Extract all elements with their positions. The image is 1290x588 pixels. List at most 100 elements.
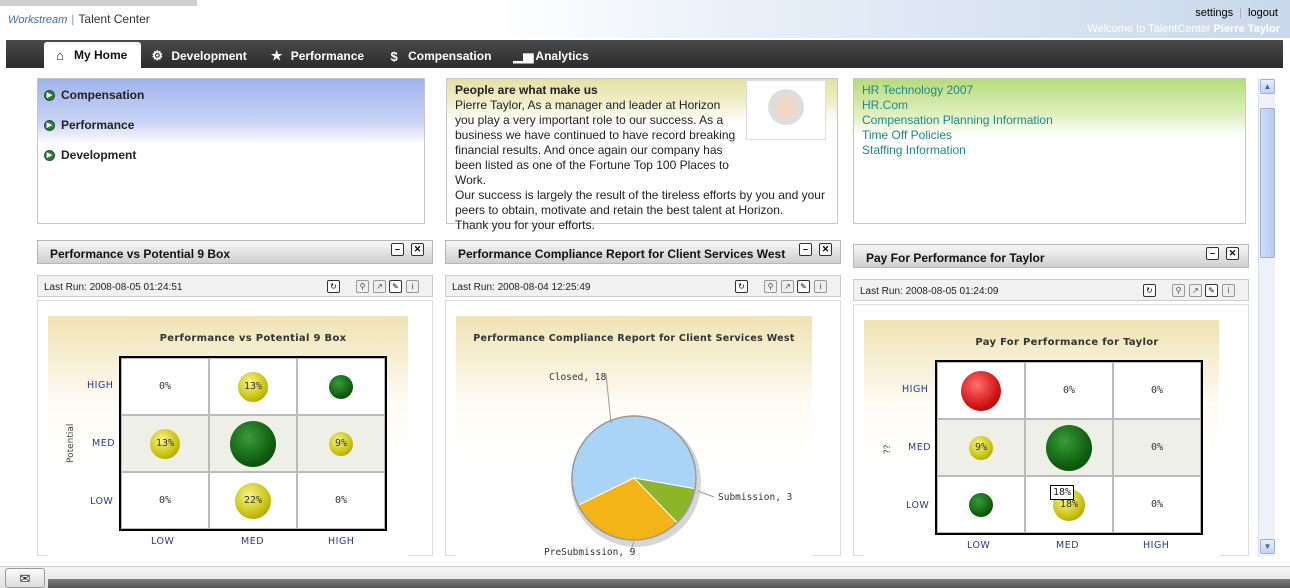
chart-pay-frame: Pay For Performance for Taylor ?? HIGH M… [853, 304, 1249, 557]
widget-header: Performance Compliance Report for Client… [445, 240, 841, 264]
arrow-circle-icon: ▶ [44, 89, 55, 101]
grid-cell[interactable]: 0% [1113, 362, 1201, 419]
grid-cell[interactable]: 9% [297, 415, 385, 472]
red-bubble[interactable] [961, 370, 1001, 411]
export-icon[interactable]: ↗ [1189, 284, 1202, 297]
scroll-up-button[interactable]: ▲ [1260, 79, 1275, 94]
grid-cell[interactable]: 0% [1113, 419, 1201, 476]
refresh-icon[interactable]: ↻ [735, 280, 748, 293]
hr-link-comp-planning[interactable]: Compensation Planning Information [862, 113, 1237, 128]
tab-compensation[interactable]: $ Compensation [378, 44, 505, 68]
info-icon[interactable]: i [814, 280, 827, 293]
settings-link[interactable]: settings [1195, 7, 1233, 19]
export-icon[interactable]: ↗ [373, 280, 386, 293]
scroll-down-button[interactable]: ▼ [1260, 539, 1275, 554]
widget-9box: Performance vs Potential 9 Box – ✕ [37, 240, 433, 264]
widget-compliance-toolbar: Last Run: 2008-08-04 12:25:49 ↻ ⚲ ↗ ✎ i [445, 275, 841, 297]
quick-link-performance[interactable]: ▶ Performance [44, 118, 424, 132]
logo-app-name: Talent Center [78, 12, 150, 26]
home-icon: ⌂ [56, 47, 64, 63]
grid-cell[interactable]: 0% [297, 472, 385, 529]
widget-header: Performance vs Potential 9 Box [37, 240, 433, 264]
link-separator: | [1239, 7, 1243, 19]
close-button[interactable]: ✕ [411, 243, 424, 256]
edit-icon[interactable]: ✎ [389, 280, 402, 293]
grid-cell[interactable] [297, 358, 385, 415]
logo-separator: | [71, 12, 75, 26]
yellow-bubble[interactable]: 13% [238, 371, 268, 402]
tab-analytics[interactable]: ▁▅ Analytics [505, 44, 602, 68]
tab-my-home[interactable]: ⌂ My Home [44, 42, 142, 68]
info-icon[interactable]: i [406, 280, 419, 293]
welcome-user: Pierre Taylor [1213, 23, 1280, 35]
quick-link-label: Performance [61, 118, 135, 132]
bar-chart-icon: ▁▅ [513, 48, 534, 63]
hr-link-time-off[interactable]: Time Off Policies [862, 128, 1237, 143]
tab-performance[interactable]: ★ Performance [261, 44, 378, 68]
hr-links-panel: HR Technology 2007 HR.Com Compensation P… [853, 78, 1246, 224]
yellow-bubble[interactable]: 22% [235, 482, 271, 519]
grid-cell[interactable]: 0% [1025, 362, 1113, 419]
grid-cell[interactable]: 9% [937, 419, 1025, 476]
grid-cell[interactable] [209, 415, 297, 472]
info-icon[interactable]: i [1222, 284, 1235, 297]
green-bubble[interactable] [969, 492, 993, 517]
minimize-button[interactable]: – [391, 243, 404, 256]
green-bubble[interactable] [230, 420, 276, 467]
logo-brand: Workstream [8, 14, 68, 26]
zoom-icon[interactable]: ⚲ [764, 280, 777, 293]
edit-icon[interactable]: ✎ [1205, 284, 1218, 297]
logout-link[interactable]: logout [1248, 7, 1278, 19]
grid-cell[interactable]: 0% [1113, 476, 1201, 533]
grid-cell[interactable]: 0% [121, 472, 209, 529]
hr-link-technology[interactable]: HR Technology 2007 [862, 83, 1237, 98]
zoom-icon[interactable]: ⚲ [1172, 284, 1185, 297]
grid-cell[interactable] [937, 476, 1025, 533]
yellow-bubble[interactable]: 9% [969, 435, 993, 460]
grid-cell[interactable]: 13% [121, 415, 209, 472]
quick-link-compensation[interactable]: ▶ Compensation [44, 88, 424, 102]
grid-cell[interactable] [1025, 419, 1113, 476]
close-button[interactable]: ✕ [1226, 247, 1239, 260]
close-button[interactable]: ✕ [819, 243, 832, 256]
refresh-icon[interactable]: ↻ [1143, 284, 1156, 297]
minimize-button[interactable]: – [1206, 247, 1219, 260]
export-icon[interactable]: ↗ [781, 280, 794, 293]
chart-title: Performance vs Potential 9 Box [159, 333, 347, 344]
edit-icon[interactable]: ✎ [797, 280, 810, 293]
page-scrollbar[interactable]: ▲ ▼ [1258, 78, 1275, 556]
grid-cell[interactable] [937, 362, 1025, 419]
yellow-bubble[interactable]: 9% [329, 431, 353, 456]
col-label-low: LOW [967, 540, 991, 551]
hr-link-staffing[interactable]: Staffing Information [862, 143, 1237, 158]
hr-link-hrcom[interactable]: HR.Com [862, 98, 1237, 113]
minimize-button[interactable]: – [799, 243, 812, 256]
tab-development[interactable]: ⚙ Development [141, 44, 260, 68]
grid-cell[interactable]: 13% [209, 358, 297, 415]
scroll-thumb[interactable] [1260, 108, 1275, 258]
top-links: settings | logout [1195, 7, 1278, 19]
chat-icon[interactable]: ✉ [5, 568, 45, 588]
cell-value: 0% [334, 495, 348, 506]
y-axis-label: Potential [66, 423, 76, 463]
welcome-prefix: Welcome to TalentCenter [1087, 23, 1211, 35]
green-bubble[interactable] [329, 374, 353, 399]
green-bubble[interactable] [1046, 424, 1092, 471]
widget-pay-toolbar: Last Run: 2008-08-05 01:24:09 ↻ ⚲ ↗ ✎ i [853, 279, 1249, 301]
quick-link-development[interactable]: ▶ Development [44, 148, 424, 162]
yellow-bubble[interactable]: 13% [150, 428, 180, 459]
grid-cell[interactable]: 22% [209, 472, 297, 529]
cell-value: 0% [158, 381, 172, 392]
chart-9box-frame: Performance vs Potential 9 Box Potential… [37, 300, 433, 557]
zoom-icon[interactable]: ⚲ [356, 280, 369, 293]
app-logo[interactable]: Workstream | Talent Center [8, 12, 150, 26]
refresh-icon[interactable]: ↻ [327, 280, 340, 293]
executive-photo [746, 80, 826, 140]
arrow-circle-icon: ▶ [44, 119, 55, 131]
leader-line [697, 490, 715, 498]
grid-cell[interactable]: 0% [121, 358, 209, 415]
cell-value: 0% [158, 495, 172, 506]
quick-link-label: Compensation [61, 88, 145, 102]
col-label-low: LOW [151, 536, 175, 547]
cell-value: 0% [1062, 385, 1076, 396]
